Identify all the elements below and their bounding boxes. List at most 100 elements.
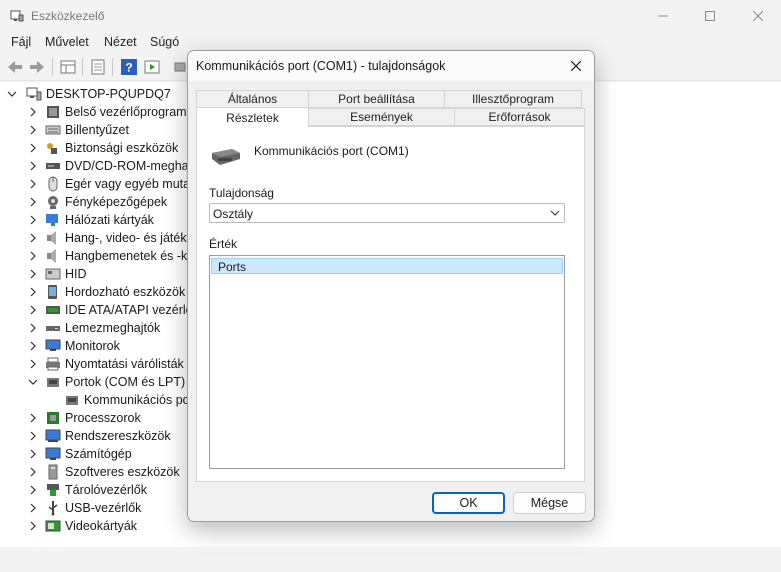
toolbar-separator — [82, 58, 83, 76]
tab-port-settings[interactable]: Port beállítása — [308, 90, 445, 108]
svg-text:?: ? — [125, 61, 132, 75]
menu-file[interactable]: Fájl — [11, 35, 31, 49]
tree-item-label: Lemezmeghajtók — [65, 321, 161, 335]
menu-view[interactable]: Nézet — [104, 35, 137, 49]
tree-category-item[interactable]: Hang-, video- és játékvezérlők — [0, 229, 233, 247]
tree-category-item[interactable]: Hangbemenetek és -kimenetek — [0, 247, 238, 265]
menu-help[interactable]: Súgó — [150, 35, 179, 49]
tree-child-item[interactable]: Kommunikációs port (COM1) — [0, 391, 245, 409]
tree-category-item[interactable]: Billentyűzet — [0, 121, 190, 139]
tab-resources[interactable]: Erőforrások — [454, 108, 585, 126]
chevron-right-icon[interactable] — [27, 139, 39, 157]
chevron-right-icon[interactable] — [27, 229, 39, 247]
chevron-right-icon[interactable] — [27, 211, 39, 229]
chevron-right-icon[interactable] — [27, 247, 39, 265]
document-icon[interactable] — [89, 58, 107, 76]
network-adapter-icon — [46, 214, 58, 226]
dialog-close-button[interactable] — [564, 55, 588, 77]
tree-category-item[interactable]: USB-vezérlők — [0, 499, 190, 517]
chevron-right-icon[interactable] — [27, 463, 39, 481]
tree-category-item[interactable]: Fényképezőgépek — [0, 193, 190, 211]
tree-item-label: Számítógép — [65, 447, 132, 461]
chevron-right-icon[interactable] — [27, 175, 39, 193]
computer-icon — [26, 87, 42, 101]
chevron-right-icon[interactable] — [27, 445, 39, 463]
device-manager-icon — [10, 10, 24, 22]
properties-grid-icon[interactable] — [59, 58, 77, 76]
tree-item-label: Rendszereszközök — [65, 429, 171, 443]
help-icon[interactable]: ? — [120, 58, 138, 76]
chevron-right-icon[interactable] — [27, 499, 39, 517]
keyboard-icon — [45, 125, 61, 135]
storage-controller-icon — [47, 484, 59, 496]
tree-category-item[interactable]: Számítógép — [0, 445, 190, 463]
hid-icon — [45, 268, 61, 280]
value-list[interactable]: Ports — [209, 255, 565, 469]
chevron-right-icon[interactable] — [27, 103, 39, 121]
tree-category-item[interactable]: Belső vezérlőprogram — [0, 103, 190, 121]
chevron-right-icon[interactable] — [27, 193, 39, 211]
tab-driver[interactable]: Illesztőprogram — [444, 90, 582, 108]
chevron-right-icon[interactable] — [27, 355, 39, 373]
camera-icon — [48, 196, 58, 209]
dialog-title-bar: Kommunikációs port (COM1) - tulajdonságo… — [188, 51, 594, 81]
cancel-button[interactable]: Mégse — [513, 492, 586, 514]
chevron-right-icon[interactable] — [27, 409, 39, 427]
tree-category-item[interactable]: Portok (COM és LPT) — [0, 373, 190, 391]
chevron-down-icon[interactable] — [6, 85, 18, 103]
speaker-icon — [47, 249, 56, 263]
display-adapter-icon — [45, 520, 61, 532]
list-item[interactable]: Ports — [211, 258, 563, 274]
chevron-right-icon[interactable] — [27, 301, 39, 319]
tree-category-item[interactable]: Tárolóvezérlők — [0, 481, 190, 499]
port-icon — [47, 378, 59, 387]
chevron-right-icon[interactable] — [27, 319, 39, 337]
chevron-right-icon[interactable] — [27, 481, 39, 499]
chevron-down-icon[interactable] — [27, 373, 39, 391]
tree-category-item[interactable]: Hálózati kártyák — [0, 211, 190, 229]
tree-category-item[interactable]: Processzorok — [0, 409, 190, 427]
chevron-right-icon[interactable] — [27, 283, 39, 301]
chevron-right-icon[interactable] — [27, 121, 39, 139]
tab-general[interactable]: Általános — [196, 90, 309, 108]
chevron-right-icon[interactable] — [27, 337, 39, 355]
run-icon[interactable] — [143, 58, 161, 76]
tree-item-label: Tárolóvezérlők — [65, 483, 147, 497]
chevron-right-icon[interactable] — [27, 517, 39, 535]
forward-arrow-icon[interactable] — [28, 58, 46, 76]
chevron-right-icon[interactable] — [27, 427, 39, 445]
menu-action[interactable]: Művelet — [45, 35, 89, 49]
tree-root[interactable]: DESKTOP-PQUPDQ7 — [0, 85, 190, 103]
minimize-button[interactable] — [640, 0, 686, 32]
property-dropdown[interactable]: Osztály — [209, 203, 565, 223]
tab-details[interactable]: Részletek — [196, 107, 309, 127]
tree-item-label: Biztonsági eszközök — [65, 141, 179, 155]
tree-category-item[interactable]: Biztonsági eszközök — [0, 139, 190, 157]
close-button[interactable] — [735, 0, 781, 32]
tree-category-item[interactable]: Nyomtatási várólisták — [0, 355, 190, 373]
maximize-button[interactable] — [687, 0, 733, 32]
tree-category-item[interactable]: Lemezmeghajtók — [0, 319, 190, 337]
computer-icon — [45, 447, 61, 460]
back-arrow-icon[interactable] — [6, 58, 24, 76]
tree-category-item[interactable]: Szoftveres eszközök — [0, 463, 190, 481]
tree-item-label: IDE ATA/ATAPI vezérlők — [65, 303, 199, 317]
tree-category-item[interactable]: HID — [0, 265, 190, 283]
tree-item-label: HID — [65, 267, 87, 281]
list-item-text: Ports — [218, 260, 247, 274]
tree-category-item[interactable]: IDE ATA/ATAPI vezérlők — [0, 301, 199, 319]
property-label: Tulajdonság — [209, 186, 274, 200]
toolbar-separator — [112, 58, 113, 76]
tree-category-item[interactable]: Egér vagy egyéb mutatóeszközök — [0, 175, 253, 193]
tree-category-item[interactable]: DVD/CD-ROM-meghajtók — [0, 157, 208, 175]
tree-category-item[interactable]: Videokártyák — [0, 517, 190, 535]
tree-category-item[interactable]: Rendszereszközök — [0, 427, 190, 445]
chevron-right-icon[interactable] — [27, 265, 39, 283]
tree-category-item[interactable]: Monitorok — [0, 337, 190, 355]
tree-item-label: Billentyűzet — [65, 123, 129, 137]
tab-events[interactable]: Események — [308, 108, 455, 126]
software-device-icon — [48, 464, 58, 480]
chevron-right-icon[interactable] — [27, 157, 39, 175]
tree-category-item[interactable]: Hordozható eszközök — [0, 283, 190, 301]
ok-button[interactable]: OK — [432, 492, 505, 514]
